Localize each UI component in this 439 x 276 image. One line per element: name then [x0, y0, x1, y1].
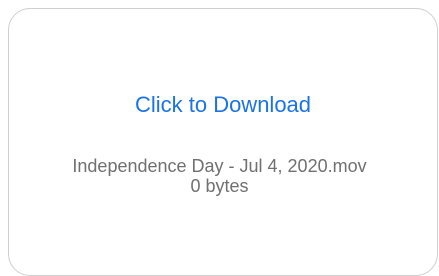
file-name: Independence Day - Jul 4, 2020.mov: [72, 156, 367, 176]
file-size: 0 bytes: [190, 176, 249, 196]
download-link[interactable]: Click to Download: [9, 92, 437, 118]
attachment-card: Click to Download: [8, 8, 438, 276]
